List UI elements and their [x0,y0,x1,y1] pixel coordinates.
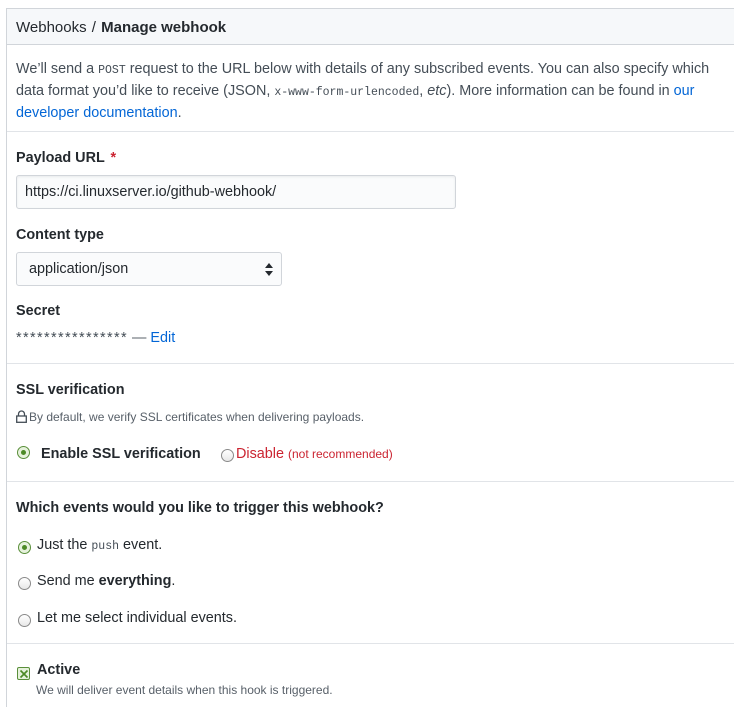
ssl-verification-label: SSL verification [16,382,125,398]
section-divider [7,481,734,482]
events-question: Which events would you like to trigger t… [16,500,384,516]
push-code: push [91,540,120,553]
event-push-text: Just the [37,537,92,553]
event-individual-radio[interactable] [18,614,31,627]
event-everything-label[interactable]: Send me everything. [37,573,175,589]
content-type-select[interactable]: application/json [16,252,282,286]
intro-text-part: We’ll send a [16,61,99,77]
event-push-radio[interactable] [18,541,31,554]
checkmark-icon [19,669,29,679]
disable-ssl-option[interactable]: Disable (not recommended) [236,446,393,462]
secret-row: **************** — Edit [16,330,175,346]
active-label[interactable]: Active [37,662,80,678]
disable-ssl-label: Disable [236,446,284,462]
intro-text-part: ). More information can be found in [446,83,674,99]
secret-label: Secret [16,303,61,319]
breadcrumb-separator: / [91,19,96,36]
event-everything-text: . [171,573,176,589]
section-divider [7,363,734,364]
payload-url-label: Payload URL * [16,150,116,166]
event-everything-radio[interactable] [18,577,31,590]
webhook-panel: Webhooks / Manage webhook We’ll send a P… [6,8,734,707]
required-marker: * [110,150,117,166]
content-type-label: Content type [16,227,104,243]
active-checkbox[interactable] [17,667,30,680]
active-hint: We will deliver event details when this … [36,683,333,697]
intro-text: We’ll send a POST request to the URL bel… [16,59,734,124]
enable-ssl-label[interactable]: Enable SSL verification [41,446,201,462]
payload-url-label-text: Payload URL [16,150,105,166]
ssl-note-text: By default, we verify SSL certificates w… [29,410,365,424]
content-type-value: application/json [29,261,129,277]
event-push-text: event. [119,537,163,553]
breadcrumb: Webhooks / Manage webhook [16,19,226,36]
disable-ssl-radio[interactable] [221,449,234,462]
secret-masked-value: **************** [16,330,129,346]
secret-edit-link[interactable]: Edit [150,330,175,346]
enable-ssl-radio[interactable] [17,446,30,459]
event-push-label[interactable]: Just the push event. [37,537,162,553]
event-everything-text: Send me [37,573,99,589]
event-individual-label[interactable]: Let me select individual events. [37,610,237,626]
page-title: Manage webhook [101,19,227,36]
event-everything-bold: everything [98,573,172,589]
select-arrows-icon [265,263,273,276]
breadcrumb-webhooks-link[interactable]: Webhooks [16,19,87,36]
intro-method-code: POST [98,64,126,77]
payload-url-input[interactable]: https://ci.linuxserver.io/github-webhook… [16,175,456,209]
ssl-note: By default, we verify SSL certificates w… [16,410,364,424]
secret-dash: — [132,330,147,346]
panel-header: Webhooks / Manage webhook [7,9,734,45]
lock-icon [16,410,27,423]
section-divider [7,131,734,132]
intro-encoding-code: x-www-form-urlencoded [274,86,420,99]
disable-ssl-note: (not recommended) [288,447,393,461]
intro-etc: etc [427,83,447,99]
intro-text-part: . [177,105,182,121]
section-divider [7,643,734,644]
